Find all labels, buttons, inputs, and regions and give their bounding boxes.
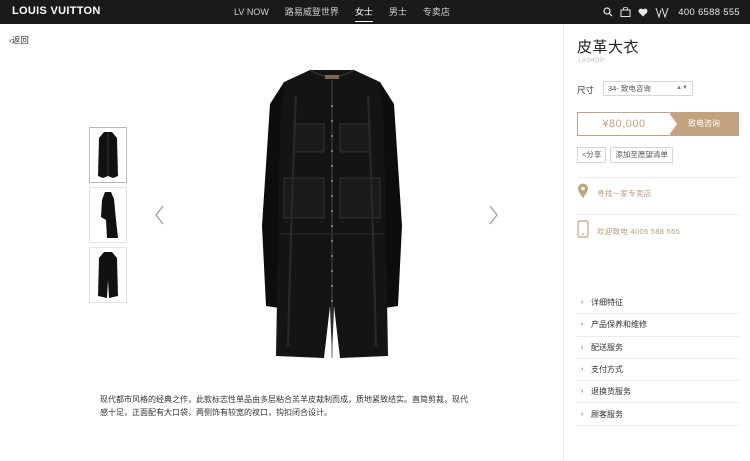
chevron-right-icon: › (580, 343, 584, 351)
back-link[interactable]: ‹返回 (9, 34, 29, 46)
next-image-arrow[interactable] (486, 204, 500, 226)
product-accordion: › 详细特征 › 产品保养和维修 › 配送服务 › 支付方式 › 退换货服务 › 顾客服务 (577, 292, 739, 426)
accordion-item-delivery[interactable]: › 配送服务 (577, 337, 739, 359)
chevron-right-icon: › (580, 321, 584, 329)
nav-item-lv-now[interactable]: LV NOW (226, 0, 277, 24)
accordion-item-returns[interactable]: › 退换货服务 (577, 381, 739, 404)
header-phone[interactable]: 400 6588 555 (678, 7, 740, 18)
share-label: 分享 (586, 150, 602, 159)
call-to-inquire-button[interactable]: 致电咨询 (669, 113, 738, 135)
nav-item-stores[interactable]: 专卖店 (415, 0, 458, 24)
find-store-row[interactable]: 寻找一家专卖店 (577, 177, 739, 209)
header-icons: 400 6588 555 (603, 0, 740, 24)
up-down-caret-icon: ▲▼ (676, 85, 688, 91)
size-select[interactable]: 34- 致电咨询 ▲▼ (603, 81, 693, 96)
accordion-label: 支付方式 (591, 365, 623, 375)
top-navigation-bar: LOUIS VUITTON LV NOW 路易威登世界 女士 男士 专卖店 40… (0, 0, 750, 24)
location-pin-icon (577, 183, 589, 204)
accordion-item-care[interactable]: › 产品保养和维修 (577, 314, 739, 337)
size-label: 尺寸 (577, 85, 595, 95)
thumbnail-back[interactable] (89, 247, 127, 303)
mobile-phone-icon (577, 220, 589, 243)
thumbnail-front[interactable] (89, 127, 127, 183)
accordion-item-customer-service[interactable]: › 顾客服务 (577, 403, 739, 426)
accordion-item-details[interactable]: › 详细特征 (577, 292, 739, 315)
add-to-wishlist-button[interactable]: 添加至愿望清单 (610, 147, 673, 163)
call-us-row[interactable]: 欢迎致电 4006 588 555 (577, 214, 739, 248)
call-button-label: 致电咨询 (688, 119, 720, 128)
find-store-label: 寻找一家专卖店 (597, 189, 652, 198)
product-description: 现代都市风格的经典之作，此款标志性单品由多层粘合羔羊皮裁制而成，质地紧致结实。直… (100, 395, 468, 417)
bag-icon[interactable] (620, 7, 631, 17)
nav-item-men[interactable]: 男士 (381, 0, 415, 24)
product-sku: 1A3HOP (578, 58, 605, 64)
accordion-label: 详细特征 (591, 298, 623, 308)
share-row: <分享 添加至愿望清单 (577, 147, 673, 163)
nav-item-women[interactable]: 女士 (347, 0, 381, 24)
heart-icon[interactable] (638, 8, 648, 17)
monogram-logo[interactable] (655, 7, 669, 18)
thumbnail-side[interactable] (89, 187, 127, 243)
previous-image-arrow[interactable] (153, 204, 167, 226)
call-us-label: 欢迎致电 4006 588 555 (597, 227, 681, 236)
thumbnail-list (89, 127, 127, 307)
brand-logo[interactable]: LOUIS VUITTON (12, 5, 101, 17)
product-main-image (252, 66, 412, 360)
product-title: 皮革大衣 (577, 39, 640, 56)
main-nav: LV NOW 路易威登世界 女士 男士 专卖店 (226, 0, 458, 24)
price: ¥80,000 (602, 118, 646, 130)
accordion-label: 配送服务 (591, 342, 623, 352)
share-button[interactable]: <分享 (577, 147, 607, 163)
accordion-item-payment[interactable]: › 支付方式 (577, 359, 739, 382)
product-info-panel: 皮革大衣 1A3HOP 尺寸 34- 致电咨询 ▲▼ ¥80,000 致电咨询 … (563, 24, 750, 461)
chevron-right-icon: › (580, 410, 584, 418)
accordion-label: 顾客服务 (591, 409, 623, 419)
chevron-right-icon: › (580, 299, 584, 307)
chevron-right-icon: › (580, 366, 584, 374)
nav-item-world[interactable]: 路易威登世界 (277, 0, 347, 24)
back-label: 返回 (11, 35, 29, 45)
chevron-right-icon: › (580, 388, 584, 396)
accordion-label: 产品保养和维修 (591, 320, 647, 330)
search-icon[interactable] (603, 7, 613, 17)
accordion-label: 退换货服务 (591, 387, 631, 397)
price-box: ¥80,000 致电咨询 (577, 112, 739, 136)
size-value: 34- 致电咨询 (608, 84, 651, 93)
